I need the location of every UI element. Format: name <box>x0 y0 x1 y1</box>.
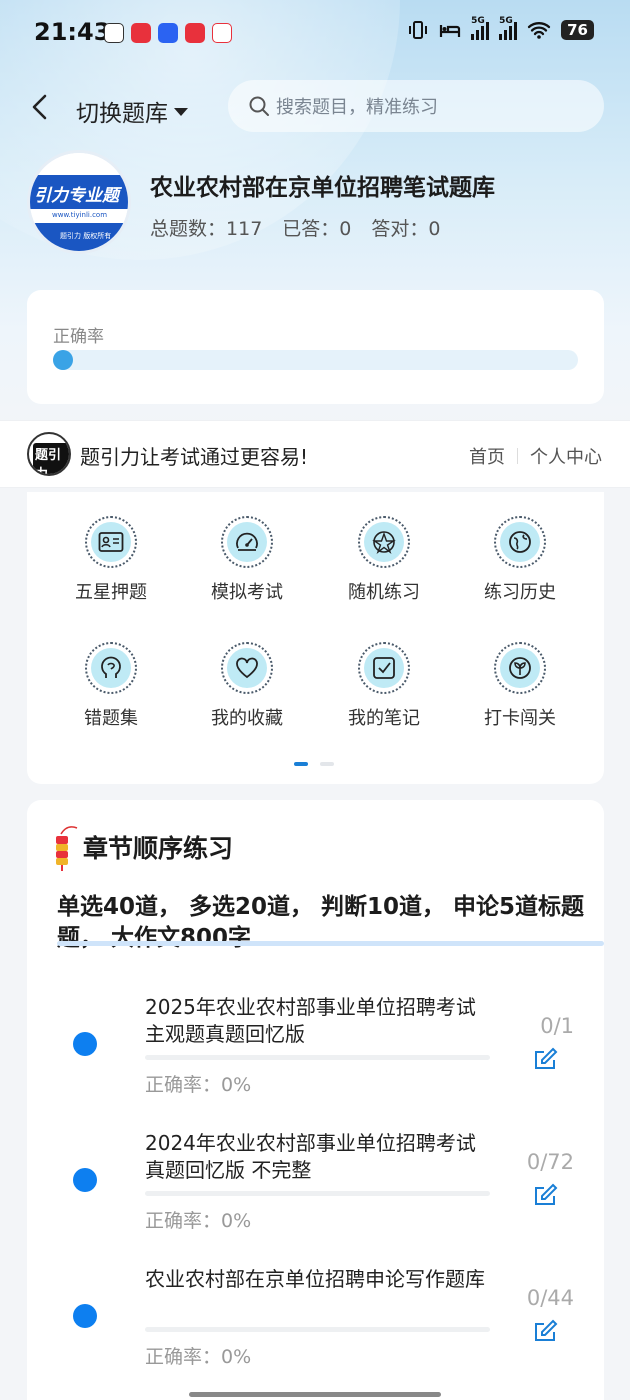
system-icons: 5G 5G 76 <box>407 16 594 40</box>
chapter-title: 章节顺序练习 <box>83 834 234 863</box>
chapter-count: 0/44 <box>526 1286 574 1310</box>
signal-2-icon: 5G <box>499 16 518 40</box>
feature-random-practice[interactable]: 随机练习 <box>314 516 454 604</box>
vibrate-icon <box>409 21 428 39</box>
stat-correct: 答对：0 <box>371 218 441 240</box>
page-dot-active <box>294 762 308 766</box>
caret-down-icon <box>174 108 188 116</box>
bank-logo-text: 引力专业题 <box>34 186 119 206</box>
switch-bank-button[interactable]: 切换题库 <box>76 94 188 128</box>
chapter-practice-card: 章节顺序练习 单选40道， 多选20道， 判断10道， 申论5道标题题， 大作文… <box>27 800 604 1400</box>
bank-logo: 引力专业题 www.tiyinli.com 题引力 版权所有 <box>27 150 131 254</box>
brain-head-icon <box>101 656 121 678</box>
sprout-icon <box>509 657 531 679</box>
search-input[interactable]: 搜索题目，精准练习 <box>228 80 604 132</box>
notification-app-icon <box>104 23 124 43</box>
page-indicator <box>294 762 334 766</box>
home-indicator[interactable] <box>189 1392 441 1397</box>
chapter-accuracy: 正确率：0% <box>145 1074 252 1096</box>
chapter-count: 0/1 <box>540 1014 574 1038</box>
nav-profile-link[interactable]: 个人中心 <box>530 443 602 469</box>
chapter-item[interactable]: 2024年农业农村部事业单位招聘考试真题回忆版 不完整 正确率：0% 0/72 <box>27 1130 604 1266</box>
nav-divider <box>517 448 518 464</box>
bank-logo-footer: 题引力 版权所有 <box>60 232 112 240</box>
feature-notes[interactable]: 我的笔记 <box>314 642 454 730</box>
edit-icon[interactable] <box>533 1046 559 1072</box>
chapter-accuracy: 正确率：0% <box>145 1210 252 1232</box>
bank-title: 农业农村部在京单位招聘笔试题库 <box>150 175 495 201</box>
back-arrow-icon[interactable] <box>28 92 52 122</box>
note-check-icon <box>373 657 395 679</box>
chapter-bullet <box>73 1304 97 1328</box>
chapter-progress-bar <box>145 1327 490 1332</box>
search-icon <box>249 96 269 116</box>
description-underline <box>57 941 604 946</box>
site-logo[interactable]: 题引力 <box>27 432 71 476</box>
edit-icon[interactable] <box>533 1318 559 1344</box>
feature-grid: 五星押题 模拟考试 随机练习 练习历史 错题集 我的收藏 我的笔记 打卡闯关 <box>27 492 604 784</box>
xiaohongshu-icon <box>185 23 205 43</box>
alert-icon <box>212 23 232 43</box>
feature-history[interactable]: 练习历史 <box>450 516 590 604</box>
bed-icon <box>440 25 461 37</box>
stat-answered: 已答：0 <box>282 218 352 240</box>
chapter-accuracy: 正确率：0% <box>145 1346 252 1368</box>
heart-icon <box>236 657 258 679</box>
feature-favorites[interactable]: 我的收藏 <box>177 642 317 730</box>
feature-checkin[interactable]: 打卡闯关 <box>450 642 590 730</box>
app-store-icon <box>158 23 178 43</box>
battery-level: 76 <box>561 20 594 40</box>
history-globe-icon <box>509 531 531 553</box>
chapter-progress-bar <box>145 1191 490 1196</box>
bank-logo-url: www.tiyinli.com <box>52 211 108 219</box>
nav-home-link[interactable]: 首页 <box>469 443 505 469</box>
chapter-name: 2024年农业农村部事业单位招聘考试真题回忆版 不完整 <box>145 1131 476 1182</box>
accuracy-card: 正确率 <box>27 290 604 404</box>
stat-total: 总题数：117 <box>150 218 263 240</box>
feature-mock-exam[interactable]: 模拟考试 <box>177 516 317 604</box>
speedometer-icon <box>236 532 258 551</box>
chapter-item[interactable]: 2025年农业农村部事业单位招聘考试主观题真题回忆版 正确率：0% 0/1 <box>27 994 604 1130</box>
chapter-header: 章节顺序练习 <box>51 822 233 872</box>
site-slogan: 题引力让考试通过更容易! <box>80 445 309 469</box>
chapter-count: 0/72 <box>526 1150 574 1174</box>
site-nav: 首页 个人中心 <box>469 443 602 469</box>
accuracy-progress-fill <box>53 350 73 370</box>
chapter-name: 农业农村部在京单位招聘申论写作题库 <box>145 1267 485 1291</box>
chapter-bullet <box>73 1168 97 1192</box>
xiaohongshu-icon <box>131 23 151 43</box>
feature-wrong-answers[interactable]: 错题集 <box>41 642 181 730</box>
status-bar: 21:43 5G 5G 76 <box>0 0 630 68</box>
accuracy-label: 正确率 <box>53 327 104 347</box>
site-bar: 题引力 题引力让考试通过更容易! 首页 个人中心 <box>0 420 630 488</box>
feature-five-star[interactable]: 五星押题 <box>41 516 181 604</box>
switch-bank-label: 切换题库 <box>76 101 168 127</box>
firecracker-icon <box>56 826 78 871</box>
page-dot <box>320 762 334 766</box>
chapter-bullet <box>73 1032 97 1056</box>
signal-1-icon: 5G <box>471 16 490 40</box>
chapter-progress-bar <box>145 1055 490 1060</box>
random-star-icon <box>372 531 396 554</box>
bank-stats: 总题数：117 已答：0 答对：0 <box>150 214 441 241</box>
chapter-name: 2025年农业农村部事业单位招聘考试主观题真题回忆版 <box>145 995 476 1046</box>
id-card-icon <box>98 532 124 552</box>
accuracy-progress-track <box>53 350 578 370</box>
chapter-item[interactable]: 农业农村部在京单位招聘申论写作题库 正确率：0% 0/44 <box>27 1266 604 1400</box>
search-placeholder: 搜索题目，精准练习 <box>276 97 438 118</box>
wifi-icon <box>527 22 551 39</box>
clock: 21:43 <box>34 18 111 46</box>
edit-icon[interactable] <box>533 1182 559 1208</box>
